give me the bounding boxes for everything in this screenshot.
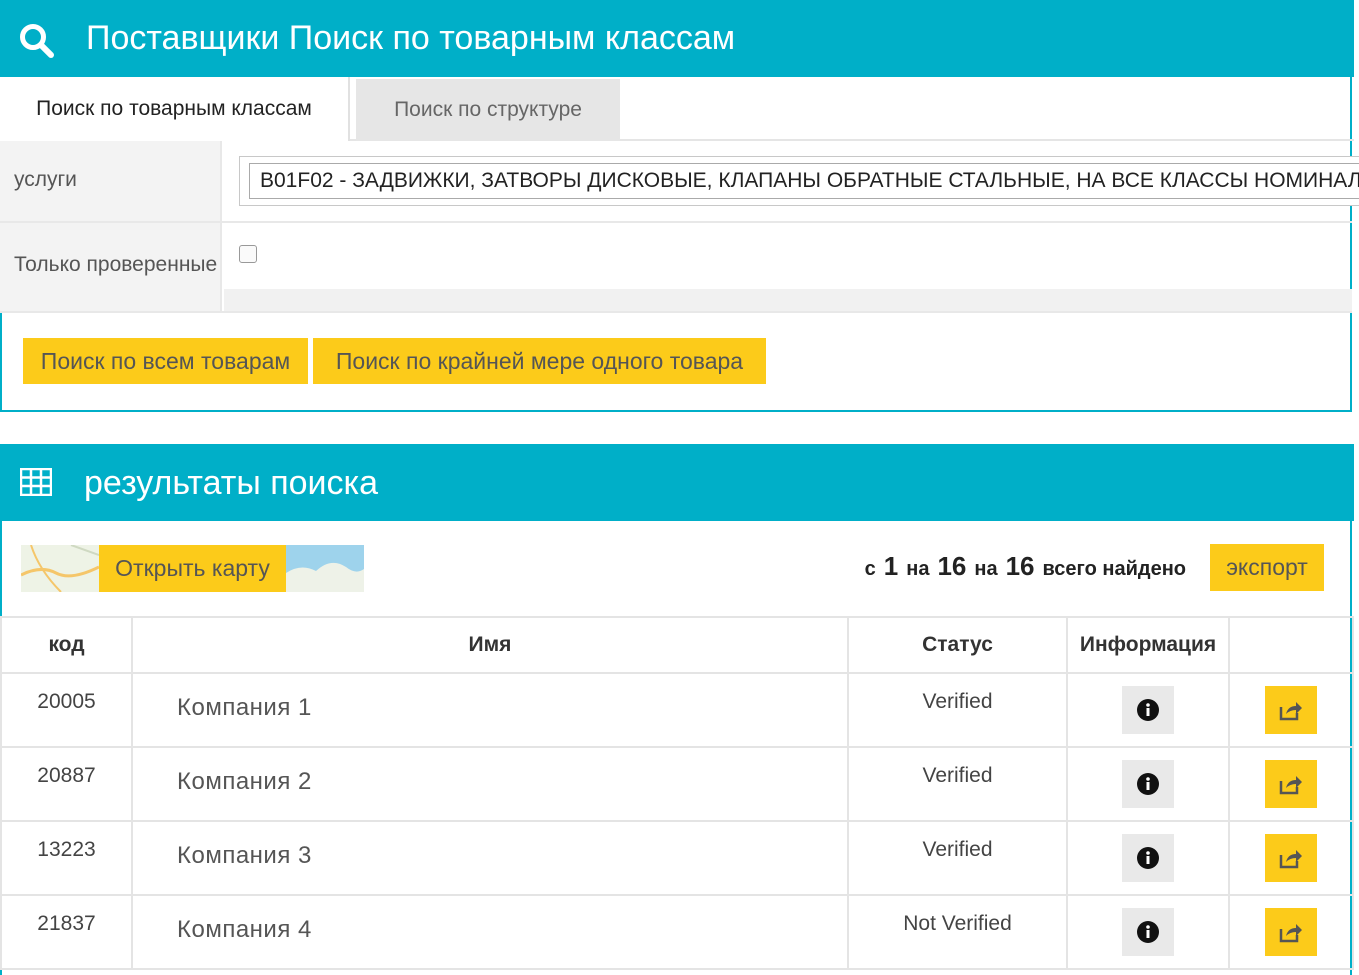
cell-action: [1228, 746, 1354, 822]
results-table: код Имя Статус Информация 20005 Компания…: [0, 616, 1354, 970]
export-button[interactable]: экспорт: [1210, 544, 1324, 591]
info-button[interactable]: [1122, 686, 1174, 734]
table-row: 20887 Компания 2 Verified: [0, 746, 1354, 822]
results-header: результаты поиска: [0, 444, 1354, 521]
counter-total: 16: [1005, 551, 1035, 581]
open-map-button[interactable]: Открыть карту: [99, 545, 286, 592]
results-title: результаты поиска: [84, 464, 379, 502]
tab-structure-search[interactable]: Поиск по структуре: [356, 79, 620, 141]
services-select[interactable]: B01F02 - ЗАДВИЖКИ, ЗАТВОРЫ ДИСКОВЫЕ, КЛА…: [239, 156, 1359, 206]
services-label: услуги: [0, 141, 222, 221]
counter-of-label: на: [974, 558, 998, 580]
open-company-button[interactable]: [1265, 760, 1317, 808]
cell-code: 20005: [0, 672, 133, 748]
counter-suffix: всего найдено: [1042, 558, 1187, 580]
cell-code: 13223: [0, 820, 133, 896]
cell-status: Not Verified: [847, 894, 1068, 970]
results-counter: с 1 на 16 на 16 всего найдено: [865, 551, 1186, 582]
table-grid-icon: [20, 468, 52, 496]
map-thumbnail-right: [286, 545, 364, 592]
cell-info: [1066, 894, 1230, 970]
cell-company-name: Компания 3: [131, 820, 849, 896]
row-footer-band: [224, 289, 1352, 311]
verified-only-label: Только проверенные: [0, 223, 222, 311]
supplier-search-panel: Поставщики Поиск по товарным классам Пои…: [0, 0, 1359, 412]
cell-action: [1228, 894, 1354, 970]
info-icon: [1137, 847, 1159, 869]
cell-code: 20887: [0, 746, 133, 822]
counter-from: 1: [883, 551, 899, 581]
cell-company-name: Компания 2: [131, 746, 849, 822]
verified-only-checkbox[interactable]: [239, 245, 257, 263]
cell-company-name: Компания 4: [131, 894, 849, 970]
search-at-least-one-button[interactable]: Поиск по крайней мере одного товара: [313, 338, 766, 384]
counter-to: 16: [937, 551, 967, 581]
cell-code: 21837: [0, 894, 133, 970]
open-company-button[interactable]: [1265, 686, 1317, 734]
counter-from-label: с: [864, 558, 876, 580]
search-results-panel: результаты поиска Открыть карту с 1 на 16 на…: [0, 444, 1354, 975]
share-icon: [1279, 702, 1302, 721]
info-icon: [1137, 921, 1159, 943]
info-button[interactable]: [1122, 834, 1174, 882]
selected-service-tag[interactable]: B01F02 - ЗАДВИЖКИ, ЗАТВОРЫ ДИСКОВЫЕ, КЛА…: [249, 163, 1359, 199]
cell-status: Verified: [847, 820, 1068, 896]
table-row: 21837 Компания 4 Not Verified: [0, 894, 1354, 970]
column-header-actions: [1228, 616, 1354, 674]
cell-action: [1228, 820, 1354, 896]
column-header-code[interactable]: код: [0, 616, 133, 674]
tab-product-class-search[interactable]: Поиск по товарным классам: [0, 77, 350, 141]
cell-company-name: Компания 1: [131, 672, 849, 748]
open-company-button[interactable]: [1265, 834, 1317, 882]
search-icon: [20, 24, 54, 58]
info-icon: [1137, 699, 1159, 721]
tab-bar: Поиск по товарным классам Поиск по струк…: [0, 77, 1354, 141]
cell-status: Verified: [847, 672, 1068, 748]
table-row: 20005 Компания 1 Verified: [0, 672, 1354, 748]
map-thumbnail-left: [21, 545, 99, 592]
info-button[interactable]: [1122, 908, 1174, 956]
page-title: Поставщики Поиск по товарным классам: [86, 19, 736, 57]
open-company-button[interactable]: [1265, 908, 1317, 956]
cell-info: [1066, 672, 1230, 748]
share-icon: [1279, 924, 1302, 943]
table-row: 13223 Компания 3 Verified: [0, 820, 1354, 896]
counter-to-label: на: [906, 558, 930, 580]
share-icon: [1279, 850, 1302, 869]
share-icon: [1279, 776, 1302, 795]
search-all-products-button[interactable]: Поиск по всем товарам: [23, 338, 308, 384]
cell-action: [1228, 672, 1354, 748]
info-button[interactable]: [1122, 760, 1174, 808]
info-icon: [1137, 773, 1159, 795]
column-header-info: Информация: [1066, 616, 1230, 674]
services-row: услуги B01F02 - ЗАДВИЖКИ, ЗАТВОРЫ ДИСКОВ…: [0, 141, 1359, 223]
open-map-control[interactable]: Открыть карту: [21, 545, 364, 592]
column-header-name[interactable]: Имя: [131, 616, 849, 674]
cell-status: Verified: [847, 746, 1068, 822]
panel-header: Поставщики Поиск по товарным классам: [0, 0, 1354, 77]
table-header-row: код Имя Статус Информация: [0, 616, 1354, 674]
cell-info: [1066, 746, 1230, 822]
verified-only-row: Только проверенные: [0, 223, 1352, 313]
column-header-status[interactable]: Статус: [847, 616, 1068, 674]
cell-info: [1066, 820, 1230, 896]
